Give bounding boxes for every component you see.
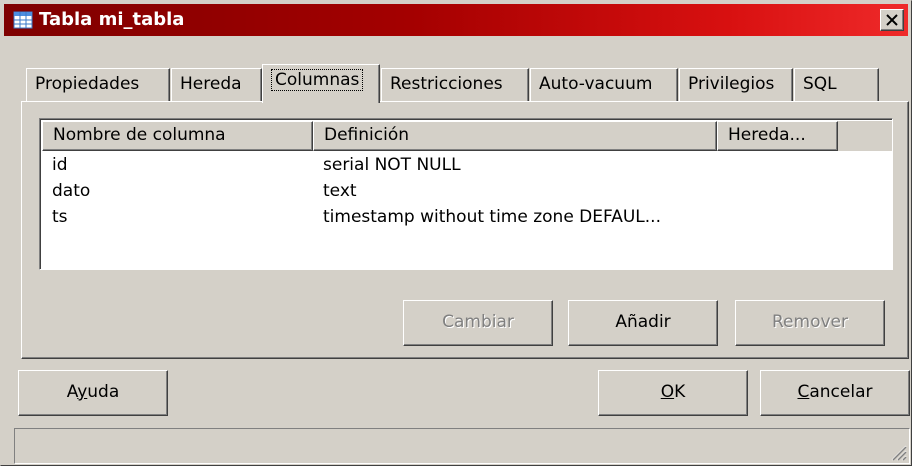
cell-column-name: dato xyxy=(52,181,91,201)
cancel-button[interactable]: Cancelar xyxy=(760,370,910,416)
ok-button[interactable]: OK xyxy=(598,370,748,416)
cell-column-name: id xyxy=(52,155,68,175)
tab-auto-vacuum[interactable]: Auto-vacuum xyxy=(530,68,678,102)
list-item[interactable]: id serial NOT NULL xyxy=(42,152,892,178)
cell-definition: text xyxy=(323,181,357,201)
column-header-definition[interactable]: Definición xyxy=(313,121,717,151)
close-button[interactable] xyxy=(880,9,904,31)
close-icon xyxy=(886,14,898,26)
table-icon xyxy=(13,11,33,29)
tab-label: SQL xyxy=(803,74,837,94)
tab-privilegios[interactable]: Privilegios xyxy=(679,68,793,102)
window-title: Tabla mi_tabla xyxy=(39,9,185,30)
tab-propiedades[interactable]: Propiedades xyxy=(26,68,170,102)
cancel-label-end: ancelar xyxy=(809,382,873,402)
tab-label: Propiedades xyxy=(35,74,140,94)
list-item[interactable]: ts timestamp without time zone DEFAUL... xyxy=(42,204,892,230)
columns-list-header: Nombre de columna Definición Hereda... xyxy=(42,121,892,151)
columns-list[interactable]: Nombre de columna Definición Hereda... i… xyxy=(39,118,893,270)
list-item[interactable]: dato text xyxy=(42,178,892,204)
title-bar[interactable]: Tabla mi_tabla xyxy=(4,4,908,36)
resize-grip-icon[interactable] xyxy=(889,443,907,461)
tab-label: Auto-vacuum xyxy=(539,74,653,94)
cell-definition: serial NOT NULL xyxy=(323,155,461,175)
ok-accelerator: O xyxy=(660,382,675,402)
column-header-inherits[interactable]: Hereda... xyxy=(717,121,838,151)
help-button[interactable]: Ayuda xyxy=(18,370,168,416)
cell-definition: timestamp without time zone DEFAUL... xyxy=(323,207,661,227)
help-label-end: uda xyxy=(87,382,120,402)
ok-label-end: K xyxy=(674,382,686,402)
tab-columnas[interactable]: Columnas xyxy=(262,64,380,103)
change-column-button[interactable]: Cambiar xyxy=(403,300,553,346)
column-header-name[interactable]: Nombre de columna xyxy=(42,121,313,151)
tab-hereda[interactable]: Hereda xyxy=(171,68,262,102)
tab-label: Privilegios xyxy=(688,74,775,94)
tab-restricciones[interactable]: Restricciones xyxy=(381,68,529,102)
tab-label: Columnas xyxy=(271,69,364,91)
remove-column-button[interactable]: Remover xyxy=(735,300,885,346)
add-column-button[interactable]: Añadir xyxy=(568,300,718,346)
help-accelerator: y xyxy=(77,382,88,402)
tab-label: Hereda xyxy=(180,74,242,94)
help-label-start: A xyxy=(66,382,78,402)
tab-sql[interactable]: SQL xyxy=(794,68,879,102)
status-bar xyxy=(14,428,910,464)
cell-column-name: ts xyxy=(52,207,68,227)
tab-label: Restricciones xyxy=(390,74,503,94)
cancel-accelerator: C xyxy=(797,382,810,402)
table-dialog-window: Tabla mi_tabla Propiedades Hereda Column… xyxy=(0,0,912,466)
